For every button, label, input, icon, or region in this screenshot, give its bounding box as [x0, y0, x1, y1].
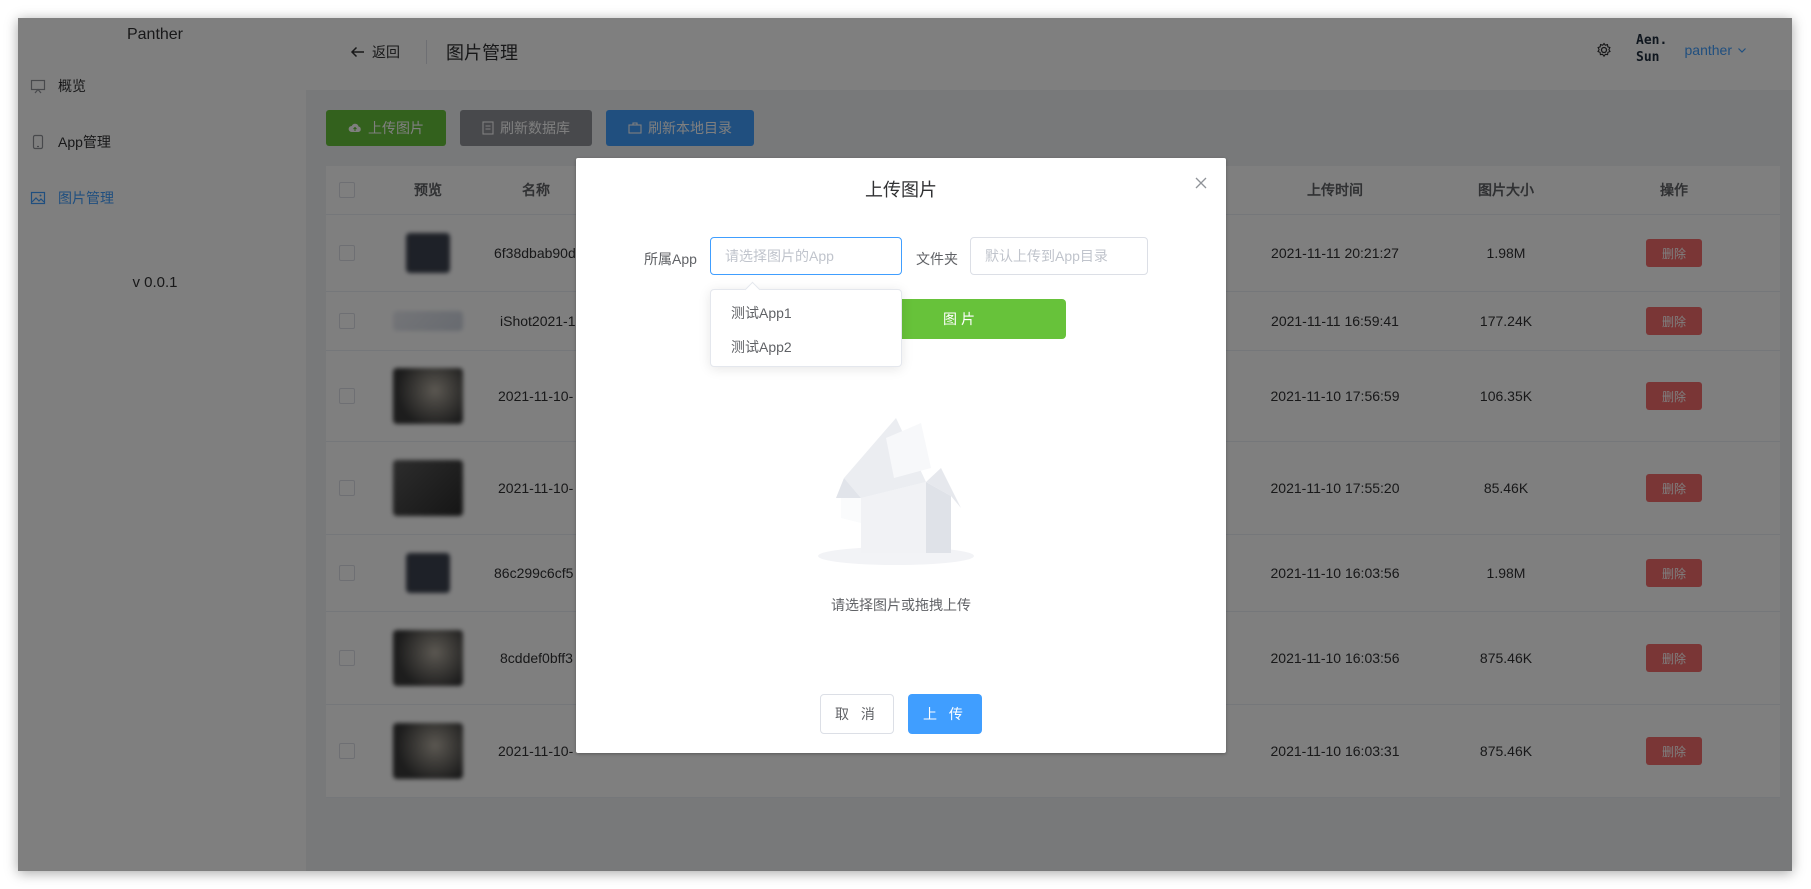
upload-dialog: 上传图片 所属App 请选择图片的App 文件夹 默认上传到App目录 图片 测… [576, 158, 1226, 753]
close-icon[interactable] [1194, 176, 1208, 195]
upload-hint: 请选择图片或拖拽上传 [831, 597, 971, 613]
upload-confirm-button[interactable]: 上 传 [908, 694, 982, 734]
app-select-dropdown: 测试App1 测试App2 [710, 289, 902, 367]
app-field-label: 所属App [644, 251, 697, 267]
empty-box-icon [818, 418, 974, 565]
app-option[interactable]: 测试App1 [711, 296, 901, 330]
app-window: Panther 概览 App管理 图片管理 v 0.0.1 [18, 18, 1792, 871]
select-image-label: 图片 [943, 311, 979, 327]
folder-input[interactable]: 默认上传到App目录 [970, 237, 1148, 275]
cancel-button[interactable]: 取 消 [820, 694, 894, 734]
app-select-input[interactable]: 请选择图片的App [710, 237, 902, 275]
dialog-title: 上传图片 [865, 180, 937, 200]
dialog-footer: 取 消 上 传 [576, 694, 1226, 734]
folder-field-label: 文件夹 [916, 251, 958, 267]
app-option[interactable]: 测试App2 [711, 330, 901, 364]
folder-input-placeholder: 默认上传到App目录 [985, 248, 1108, 264]
upload-drop-area[interactable] [816, 398, 986, 568]
app-select-placeholder: 请选择图片的App [725, 248, 834, 264]
